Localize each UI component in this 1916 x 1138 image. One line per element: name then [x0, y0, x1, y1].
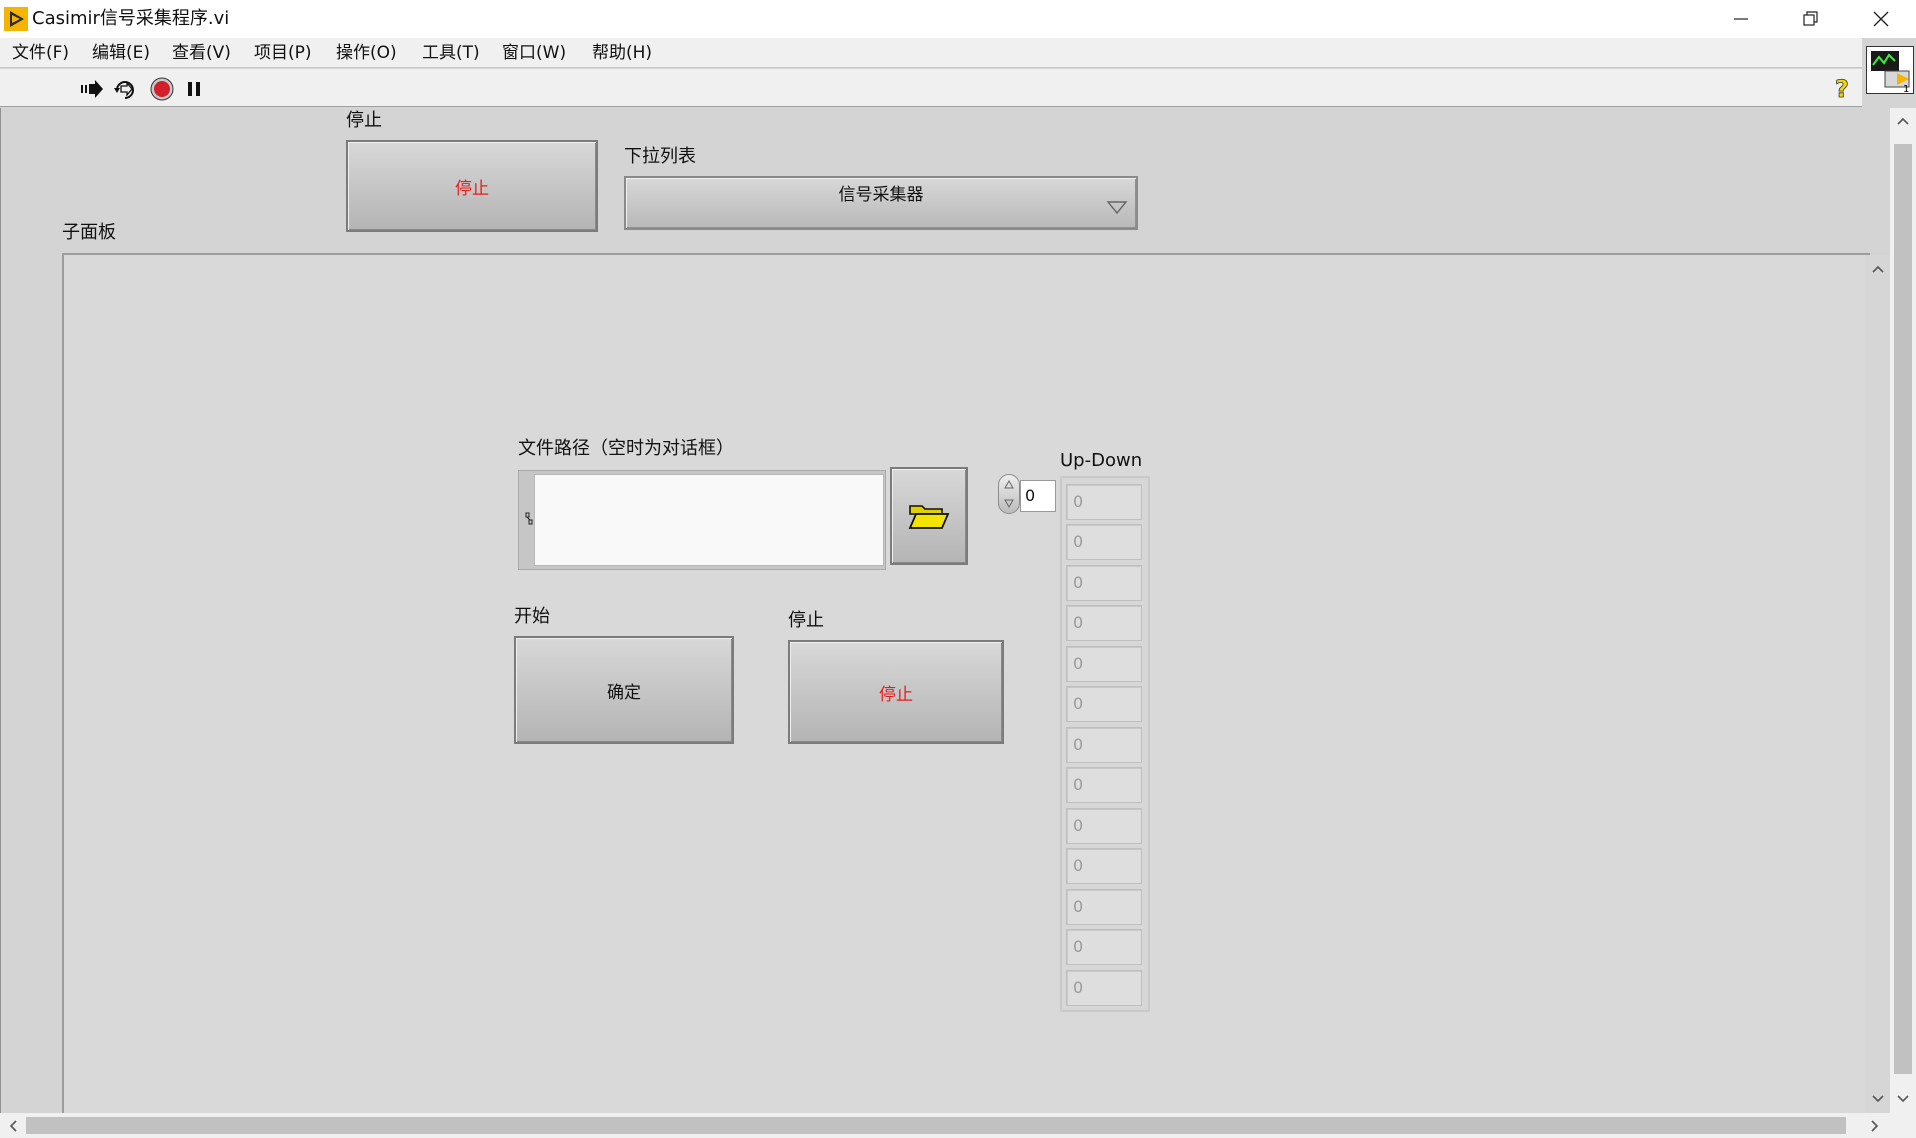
sub-stop-label: 停止 [788, 610, 824, 631]
menu-window[interactable]: 窗口(W) [500, 40, 568, 66]
menu-project[interactable]: 项目(P) [252, 40, 314, 66]
help-icon: ? [1835, 75, 1850, 104]
run-continuously-button[interactable] [112, 78, 138, 100]
pause-icon [188, 82, 200, 96]
close-icon [1873, 11, 1889, 27]
path-type-icon [524, 511, 534, 527]
menu-tools[interactable]: 工具(T) [420, 40, 482, 66]
array-element[interactable]: 0 [1066, 767, 1142, 803]
start-ok-button[interactable]: 确定 [514, 636, 734, 744]
subpanel-scroll-down-icon[interactable] [1866, 1087, 1890, 1111]
up-down-arrows-icon [1004, 479, 1014, 509]
array-element[interactable]: 0 [1066, 970, 1142, 1006]
toolbar: ? [0, 69, 1862, 107]
subpanel-vertical-scrollbar[interactable] [1866, 255, 1890, 1113]
top-stop-button-text: 停止 [455, 178, 489, 199]
run-button[interactable] [80, 78, 104, 100]
menu-view[interactable]: 查看(V) [170, 40, 233, 66]
array-element[interactable]: 0 [1066, 808, 1142, 844]
svg-text:1: 1 [1903, 84, 1909, 93]
vi-icon-graphic: 1 [1871, 51, 1910, 95]
dropdown-label: 下拉列表 [624, 146, 696, 167]
menu-file[interactable]: 文件(F) [10, 40, 71, 66]
array-index-input[interactable]: 0 [1020, 480, 1056, 512]
abort-icon [150, 77, 174, 101]
chevron-down-icon[interactable] [1106, 200, 1128, 216]
restore-icon [1803, 11, 1818, 26]
subpanel-label: 子面板 [62, 222, 116, 243]
array-index-stepper[interactable] [998, 474, 1020, 514]
title-bar: Casimir信号采集程序.vi [0, 0, 1916, 38]
hscroll-thumb[interactable] [26, 1117, 1846, 1134]
array-element[interactable]: 0 [1066, 646, 1142, 682]
window-vscroll-thumb[interactable] [1894, 144, 1912, 1074]
window-title: Casimir信号采集程序.vi [32, 8, 230, 29]
close-button[interactable] [1846, 0, 1916, 38]
abort-button[interactable] [150, 77, 174, 101]
top-stop-button[interactable]: 停止 [346, 140, 598, 232]
minimize-icon [1734, 18, 1748, 20]
array-element[interactable]: 0 [1066, 484, 1142, 520]
horizontal-scrollbar[interactable] [0, 1113, 1890, 1138]
pause-button[interactable] [185, 79, 203, 99]
start-label: 开始 [514, 606, 550, 627]
menu-operate[interactable]: 操作(O) [334, 40, 399, 66]
array-element[interactable]: 0 [1066, 605, 1142, 641]
file-path-label: 文件路径（空时为对话框） [518, 438, 734, 459]
vi-connector-icon[interactable]: 1 [1866, 46, 1914, 95]
scroll-up-arrow-icon[interactable] [1890, 108, 1916, 134]
array-element[interactable]: 0 [1066, 848, 1142, 884]
dropdown-value: 信号采集器 [838, 185, 924, 205]
help-button[interactable]: ? [1832, 75, 1854, 104]
array-element[interactable]: 0 [1066, 929, 1142, 965]
array-element[interactable]: 0 [1066, 686, 1142, 722]
array-element[interactable]: 0 [1066, 565, 1142, 601]
menu-bar: 文件(F) 编辑(E) 查看(V) 项目(P) 操作(O) 工具(T) 窗口(W… [0, 38, 1862, 68]
top-stop-label: 停止 [346, 110, 382, 131]
file-path-input[interactable] [534, 474, 884, 566]
subpanel-scroll-up-icon[interactable] [1866, 257, 1890, 281]
folder-open-icon [908, 505, 950, 529]
minimize-button[interactable] [1706, 0, 1776, 38]
run-arrow-icon [81, 80, 103, 98]
sub-stop-button-text: 停止 [879, 684, 913, 705]
sub-stop-button[interactable]: 停止 [788, 640, 1004, 744]
labview-app-icon [4, 7, 28, 31]
array-label: Up-Down [1060, 450, 1143, 471]
array-element[interactable]: 0 [1066, 727, 1142, 763]
scroll-down-arrow-icon[interactable] [1890, 1086, 1916, 1112]
start-button-text: 确定 [607, 682, 641, 703]
menu-edit[interactable]: 编辑(E) [90, 40, 152, 66]
menu-help[interactable]: 帮助(H) [590, 40, 654, 66]
run-continuously-icon [114, 81, 134, 99]
dropdown-list[interactable]: 信号采集器 [624, 176, 1138, 230]
array-element[interactable]: 0 [1066, 889, 1142, 925]
scroll-left-arrow-icon[interactable] [2, 1113, 24, 1138]
restore-button[interactable] [1776, 0, 1846, 38]
scroll-right-arrow-icon[interactable] [1864, 1113, 1886, 1138]
array-element[interactable]: 0 [1066, 524, 1142, 560]
window-vertical-scrollbar[interactable] [1890, 108, 1916, 1138]
browse-button[interactable] [890, 467, 968, 565]
svg-text:?: ? [1835, 75, 1849, 103]
